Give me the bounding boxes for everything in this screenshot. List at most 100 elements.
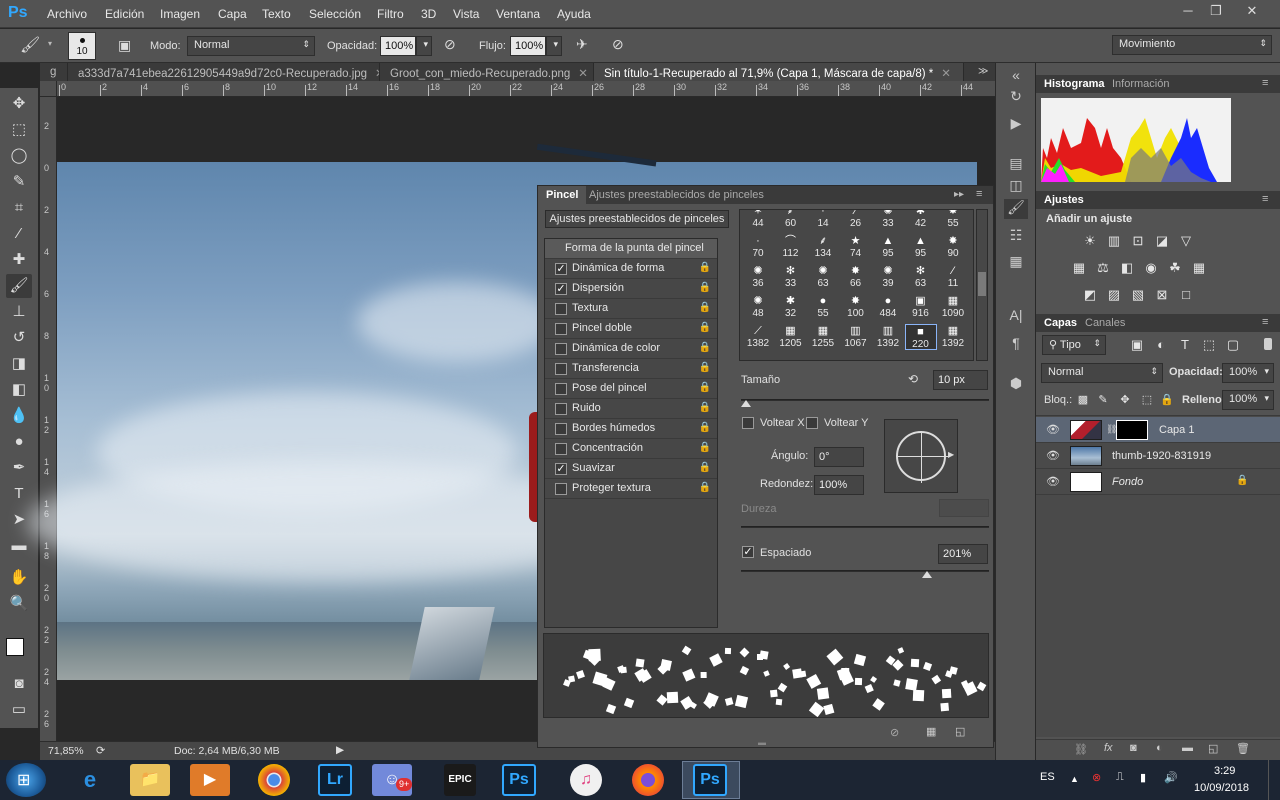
layer-mask-thumbnail[interactable]	[1116, 420, 1148, 440]
angle-roundness-widget[interactable]: ▶	[884, 419, 958, 493]
size-input[interactable]: 10 px	[933, 370, 988, 390]
menu-texto[interactable]: Texto	[262, 7, 291, 21]
brush-option-checkbox[interactable]	[555, 403, 567, 415]
photoshop-active-icon[interactable]: Ps	[693, 764, 727, 796]
lock-transparent-icon[interactable]: ▩	[1074, 393, 1092, 409]
airbrush-icon[interactable]: ✈	[576, 36, 588, 53]
filter-toggle[interactable]	[1264, 338, 1272, 350]
doc-tab-1[interactable]: a333d7a741ebea22612905449a9d72c0-Recuper…	[68, 63, 380, 81]
layer-name[interactable]: Fondo	[1112, 476, 1143, 488]
layer-filter-select[interactable]: ⚲ Tipo ⇕	[1042, 335, 1106, 355]
curves-icon[interactable]: ⊡	[1129, 233, 1147, 249]
filter-adjust-icon[interactable]: ◐	[1152, 337, 1170, 353]
lasso-tool-icon[interactable]: ◯	[6, 144, 32, 168]
spacing-slider-thumb[interactable]	[922, 571, 932, 578]
exposure-icon[interactable]: ◪	[1153, 233, 1171, 249]
delete-layer-icon[interactable]: 🗑	[1236, 742, 1250, 755]
brush-option-checkbox[interactable]	[555, 483, 567, 495]
panel-menu-icon[interactable]: ≡	[1262, 193, 1268, 205]
threshold-icon[interactable]: ▧	[1129, 287, 1147, 303]
media-player-icon[interactable]: ▶	[190, 764, 230, 796]
tray-expand-icon[interactable]: ▲	[1070, 774, 1079, 784]
brush-tip-cell[interactable]: ▥ 1067	[840, 324, 872, 350]
brush-option-checkbox[interactable]	[555, 443, 567, 455]
new-fill-layer-icon[interactable]: ◐	[1156, 742, 1163, 754]
brush-tip-cell[interactable]: ⟋ 1382	[742, 324, 774, 350]
brush-option-checkbox[interactable]	[555, 383, 567, 395]
lock-icon[interactable]: 🔒	[699, 262, 711, 273]
blend-mode-select[interactable]: Normal ⇕	[1041, 363, 1163, 383]
lock-pixels-icon[interactable]: ✎	[1094, 393, 1112, 409]
shape-tool-icon[interactable]: ▬	[6, 534, 32, 558]
brush-option-row[interactable]: Dinámica de color 🔒	[545, 339, 717, 359]
lock-icon[interactable]: 🔒	[699, 382, 711, 393]
opacity-dropdown[interactable]: ▾	[416, 36, 432, 56]
add-mask-icon[interactable]: ◙	[1130, 742, 1137, 754]
dodge-tool-icon[interactable]: ●	[6, 430, 32, 454]
visibility-eye-icon[interactable]: 👁	[1046, 475, 1060, 488]
flip-x-checkbox[interactable]	[742, 417, 754, 429]
color-lookup-icon[interactable]: ▦	[1190, 260, 1208, 276]
tab-canales[interactable]: Canales	[1085, 317, 1125, 329]
brush-tip-cell[interactable]: ✱ 42	[905, 210, 937, 230]
filter-smart-icon[interactable]: ▢	[1224, 337, 1242, 353]
close-tab-icon[interactable]: ✕	[941, 68, 951, 80]
restore-icon[interactable]: ❐	[1204, 2, 1228, 20]
brush-tip-cell[interactable]: ✸ 100	[840, 294, 872, 320]
brush-option-row[interactable]: Proteger textura 🔒	[545, 479, 717, 499]
menu-edicion[interactable]: Edición	[105, 7, 144, 21]
brush-tip-cell[interactable]: ▲ 95	[905, 234, 937, 260]
lock-icon[interactable]: 🔒	[699, 442, 711, 453]
filter-shape-icon[interactable]: ⬚	[1200, 337, 1218, 353]
menu-filtro[interactable]: Filtro	[377, 7, 404, 21]
discord-icon[interactable]: ☺ 9+	[372, 764, 413, 796]
start-button[interactable]: ⊞	[6, 763, 46, 797]
brush-option-row[interactable]: Pincel doble 🔒	[545, 319, 717, 339]
brush-tip-cell[interactable]: ✺ 36	[742, 264, 774, 290]
brush-option-row[interactable]: ✓ Suavizar 🔒	[545, 459, 717, 479]
brush-grid-icon[interactable]: ▦	[926, 725, 936, 738]
lock-icon[interactable]: 🔒	[699, 402, 711, 413]
brush-tip-cell[interactable]: ⁄ 26	[840, 210, 872, 230]
zoom-tool-icon[interactable]: 🔍	[6, 592, 32, 616]
menu-ayuda[interactable]: Ayuda	[557, 7, 591, 21]
tab-capas[interactable]: Capas	[1044, 317, 1077, 329]
layer-style-icon[interactable]: fx	[1104, 742, 1113, 754]
brush-option-row[interactable]: ✓ Dispersión 🔒	[545, 279, 717, 299]
3d-panel-icon[interactable]: ⬢	[1004, 375, 1028, 395]
menu-ventana[interactable]: Ventana	[496, 7, 540, 21]
size-slider-track[interactable]	[741, 399, 989, 401]
type-tool-icon[interactable]: T	[6, 482, 32, 506]
swatches-icon[interactable]: ▦	[1004, 253, 1028, 273]
size-slider-thumb[interactable]	[740, 400, 751, 407]
gradient-icon[interactable]: ◧	[6, 378, 32, 402]
selective-color-icon[interactable]: □	[1177, 287, 1195, 303]
layer-opacity-input[interactable]: 100% ▾	[1222, 363, 1274, 383]
black-white-icon[interactable]: ◧	[1118, 260, 1136, 276]
brush-tip-cell[interactable]: ● 484	[872, 294, 904, 320]
brush-tip-cell[interactable]: ▲ 95	[872, 234, 904, 260]
brush-tip-cell[interactable]: ✶ 44	[742, 210, 774, 230]
doc-tab-overflow[interactable]: g	[40, 63, 68, 81]
new-layer-icon[interactable]: ◱	[1208, 742, 1218, 755]
lock-icon[interactable]: 🔒	[699, 422, 711, 433]
spacing-input[interactable]: 201%	[938, 544, 988, 564]
brush-option-row[interactable]: Textura 🔒	[545, 299, 717, 319]
brush-panel-dock-icon[interactable]: 🖌	[1004, 199, 1028, 219]
healing-brush-icon[interactable]: ✚	[6, 248, 32, 272]
clock-time[interactable]: 3:29	[1214, 765, 1235, 777]
brush-tip-cell[interactable]: ★ 74	[840, 234, 872, 260]
lock-all-icon[interactable]: 🔒	[1158, 393, 1176, 409]
new-group-icon[interactable]: ▬	[1182, 742, 1193, 754]
brush-option-row[interactable]: Bordes húmedos 🔒	[545, 419, 717, 439]
brush-option-checkbox[interactable]	[555, 363, 567, 375]
brush-option-checkbox[interactable]	[555, 303, 567, 315]
brush-tip-cell[interactable]: ✺ 33	[872, 210, 904, 230]
toggle-bristle-icon[interactable]: ⊘	[890, 726, 899, 739]
color-balance-icon[interactable]: ⚖	[1094, 260, 1112, 276]
epic-games-icon[interactable]: EPIC	[444, 764, 476, 796]
photoshop-taskbar-icon[interactable]: Ps	[502, 764, 536, 796]
paragraph-panel-icon[interactable]: ¶	[1004, 335, 1028, 355]
show-desktop-button[interactable]	[1268, 760, 1280, 800]
quick-mask-icon[interactable]: ◙	[6, 672, 32, 696]
